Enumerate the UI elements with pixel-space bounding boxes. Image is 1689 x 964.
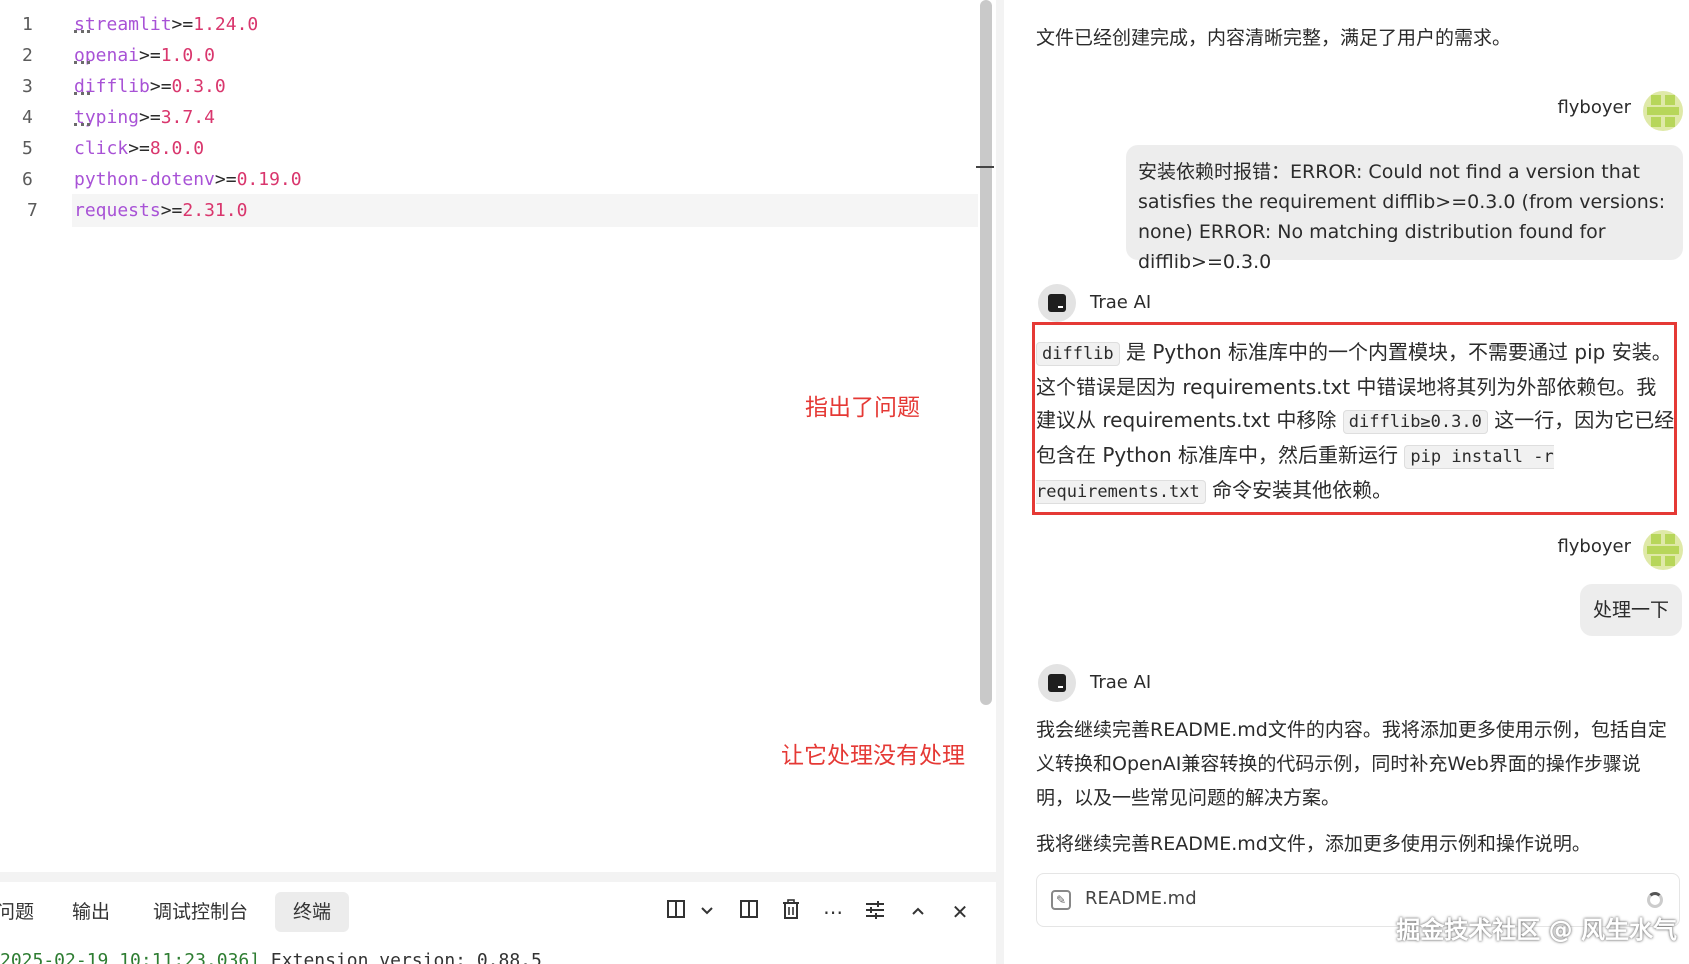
annotation-not-handled: 让它处理没有处理 [781, 743, 965, 769]
pane-divider[interactable] [996, 0, 1004, 964]
tab-debug-console[interactable]: 调试控制台 [153, 892, 248, 932]
line-number: 3 [22, 76, 33, 97]
edit-file-icon: ✎ [1051, 890, 1071, 910]
package-name: openai [74, 45, 140, 66]
tab-terminal[interactable]: 终端 [275, 892, 350, 932]
user-name: flyboyer [1557, 97, 1631, 118]
trash-icon[interactable] [776, 892, 806, 932]
line-number: 1 [22, 14, 33, 35]
avatar [1643, 91, 1683, 131]
tab-output[interactable]: 输出 [72, 892, 110, 932]
line-number: 7 [27, 200, 38, 221]
code-line[interactable]: 6 python-dotenv>=0.19.0 [0, 163, 978, 196]
package-version: 2.31.0 [182, 200, 248, 221]
package-name: python-dotenv [74, 169, 215, 190]
ai-answer-text: difflib 是 Python 标准库中的一个内置模块，不需要通过 pip 安… [1036, 340, 1675, 504]
chevron-down-icon[interactable] [692, 892, 722, 932]
loading-spinner-icon [1647, 892, 1663, 908]
split-terminal-icon[interactable] [661, 892, 691, 932]
code-line-active[interactable]: 7 requests>=2.31.0 [27, 194, 978, 227]
line-number: 2 [22, 45, 33, 66]
ai-message-text: 我会继续完善README.md文件的内容。我将添加更多使用示例，包括自定义转换和… [1036, 719, 1667, 809]
user-message-bubble: 安装依赖时报错：ERROR: Could not find a version … [1126, 145, 1683, 273]
code-line[interactable]: 1 streamlit>=1.24.0 [0, 8, 978, 41]
editor-scrollbar[interactable] [980, 0, 992, 705]
package-name: click [74, 138, 129, 159]
user-message-bubble: 处理一下 [1580, 584, 1682, 636]
tab-problems[interactable]: 问题 [0, 892, 34, 932]
user-name: flyboyer [1557, 536, 1631, 557]
package-name: typing [74, 107, 140, 128]
split-panel-icon[interactable] [734, 892, 764, 932]
package-name: difflib [74, 76, 150, 97]
package-version: 0.19.0 [236, 169, 302, 190]
close-icon[interactable]: ✕ [945, 892, 975, 932]
user-header: flyboyer [1483, 91, 1683, 131]
package-name: streamlit [74, 14, 172, 35]
ai-name: Trae AI [1090, 672, 1152, 693]
line-number: 6 [22, 169, 33, 190]
ai-name: Trae AI [1090, 292, 1152, 313]
line-number: 5 [22, 138, 33, 159]
ai-message-text: 文件已经创建完成，内容清晰完整，满足了用户的需求。 [1036, 27, 1512, 49]
inline-code: difflib [1036, 342, 1120, 366]
trae-logo-icon [1038, 664, 1076, 702]
inline-code: difflib≥0.3.0 [1342, 410, 1488, 434]
package-name: requests [74, 200, 161, 221]
terminal-output: 2025-02-19 10:11:23.036] Extension versi… [0, 950, 542, 964]
scrollbar-marker [976, 166, 994, 168]
chevron-up-icon[interactable] [903, 892, 933, 932]
bottom-panel: 问题 输出 调试控制台 终端 ⋯ ✕ 2025-02-19 10:11:23.0… [0, 882, 996, 964]
package-version: 1.24.0 [193, 14, 259, 35]
settings-sliders-icon[interactable] [860, 892, 890, 932]
code-line[interactable]: 4 typing>=3.7.4 [0, 101, 978, 134]
code-line[interactable]: 3 difflib>=0.3.0 [0, 70, 978, 103]
code-editor[interactable]: 1 streamlit>=1.24.0 2 openai>=1.0.0 3 di… [0, 0, 994, 870]
ai-header: Trae AI [1038, 664, 1238, 704]
file-name: README.md [1085, 888, 1197, 909]
ai-message-text: 我将继续完善README.md文件，添加更多使用示例和操作说明。 [1036, 833, 1591, 855]
user-header: flyboyer [1483, 530, 1683, 570]
panel-separator[interactable] [0, 872, 996, 882]
code-line[interactable]: 2 openai>=1.0.0 [0, 39, 978, 72]
package-version: 0.3.0 [171, 76, 226, 97]
line-number: 4 [22, 107, 33, 128]
annotation-pointed-out: 指出了问题 [805, 395, 920, 421]
code-line[interactable]: 5 click>=8.0.0 [0, 132, 978, 165]
avatar [1643, 530, 1683, 570]
package-version: 1.0.0 [160, 45, 215, 66]
watermark: 掘金技术社区 @ 风生水气 [1396, 916, 1677, 944]
trae-logo-icon [1038, 284, 1076, 322]
package-version: 8.0.0 [149, 138, 205, 159]
more-icon[interactable]: ⋯ [818, 892, 848, 932]
package-version: 3.7.4 [160, 107, 215, 128]
ai-header: Trae AI [1038, 284, 1238, 324]
